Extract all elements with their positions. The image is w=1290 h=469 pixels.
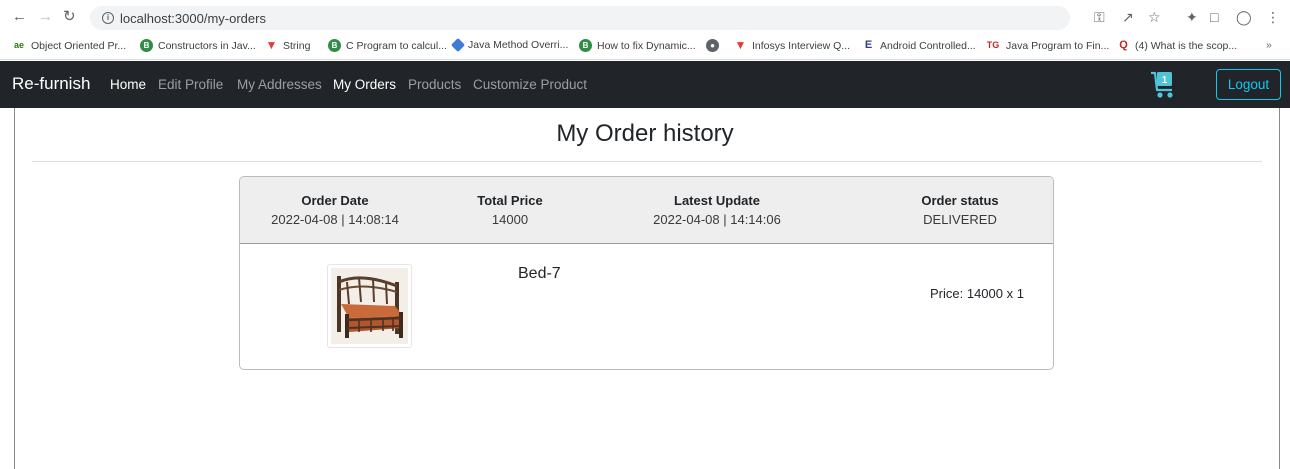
green-b-bookmark-icon: B [579, 39, 592, 52]
address-bar[interactable]: i localhost:3000/my-orders [90, 6, 1070, 30]
product-price: Price: 14000 x 1 [930, 286, 1024, 301]
bed-image-icon [331, 268, 408, 344]
bookmark-what-is-scope[interactable]: Q (4) What is the scop... [1117, 39, 1237, 52]
forward-arrow-icon[interactable]: → [38, 9, 53, 25]
extensions-puzzle-icon[interactable]: ✦ [1186, 9, 1198, 25]
nav-edit-profile[interactable]: Edit Profile [158, 77, 223, 92]
nav-my-addresses[interactable]: My Addresses [237, 77, 322, 92]
total-price-value: 14000 [491, 212, 529, 227]
address-url: localhost:3000/my-orders [120, 10, 266, 26]
order-status-column: Order status DELIVERED [895, 193, 1025, 227]
object-oriented-bookmark-icon: ae [12, 39, 26, 52]
brand-logo[interactable]: Re-furnish [12, 74, 90, 94]
bookmark-how-to-fix[interactable]: B How to fix Dynamic... [579, 39, 696, 52]
order-status-label: Order status [921, 193, 999, 208]
bookmark-constructors[interactable]: B Constructors in Jav... [140, 39, 256, 52]
bookmark-java-program[interactable]: TG Java Program to Fin... [985, 39, 1110, 52]
order-summary-header: Order Date 2022-04-08 | 14:08:14 Total P… [240, 177, 1053, 244]
page-title: My Order history [556, 120, 734, 147]
order-date-column: Order Date 2022-04-08 | 14:08:14 [270, 193, 400, 227]
menu-kebab-icon[interactable]: ⋮ [1266, 9, 1280, 25]
red-v-bookmark-icon: ▼ [734, 38, 747, 52]
bookmark-globe[interactable]: ● [706, 39, 724, 52]
bookmark-android[interactable]: E Android Controlled... [862, 39, 976, 52]
back-arrow-icon[interactable]: ← [12, 9, 27, 25]
reload-icon[interactable]: ↻ [63, 9, 76, 25]
total-price-column: Total Price 14000 [445, 193, 575, 227]
latest-update-label: Latest Update [674, 193, 760, 208]
bookmark-c-program[interactable]: B C Program to calcul... [328, 39, 447, 52]
product-name: Bed-7 [518, 265, 561, 282]
more-bookmarks-button[interactable]: » [1266, 39, 1272, 51]
star-icon[interactable]: ☆ [1148, 9, 1161, 25]
quora-bookmark-icon: Q [1119, 39, 1128, 51]
e-bookmark-icon: E [864, 39, 873, 51]
product-image[interactable] [327, 264, 412, 348]
red-v-bookmark-icon: ▼ [265, 38, 278, 52]
side-panel-icon[interactable]: □ [1210, 9, 1218, 25]
tg-bookmark-icon: TG [986, 40, 1000, 50]
order-date-value: 2022-04-08 | 14:08:14 [271, 212, 399, 227]
share-icon[interactable]: ↗ [1122, 9, 1134, 25]
latest-update-value: 2022-04-08 | 14:14:06 [653, 212, 781, 227]
key-icon[interactable]: ⚿ [1094, 9, 1105, 25]
title-divider [32, 161, 1262, 162]
cart-button[interactable]: 1 [1150, 69, 1176, 99]
order-status-value: DELIVERED [923, 212, 997, 227]
bookmark-string[interactable]: ▼ String [265, 38, 311, 52]
bookmark-java-method[interactable]: Java Method Overri... [450, 37, 568, 53]
cart-count: 1 [1162, 75, 1168, 86]
logout-button[interactable]: Logout [1216, 69, 1281, 100]
globe-bookmark-icon: ● [706, 39, 719, 52]
bookmark-object-oriented[interactable]: ae Object Oriented Pr... [12, 39, 126, 52]
app-navbar: Re-furnish Home Edit Profile My Addresse… [0, 61, 1290, 108]
site-info-icon[interactable]: i [102, 12, 114, 24]
nav-customize-product[interactable]: Customize Product [473, 77, 587, 92]
green-b-bookmark-icon: B [140, 39, 153, 52]
green-b-bookmark-icon: B [328, 39, 341, 52]
blue-diamond-bookmark-icon [450, 37, 466, 53]
order-card: Order Date 2022-04-08 | 14:08:14 Total P… [239, 176, 1054, 370]
bookmarks-bar: ae Object Oriented Pr... B Constructors … [0, 34, 1290, 60]
order-date-label: Order Date [301, 193, 369, 208]
total-price-label: Total Price [477, 193, 543, 208]
nav-products[interactable]: Products [408, 77, 461, 92]
latest-update-column: Latest Update 2022-04-08 | 14:14:06 [642, 193, 792, 227]
browser-toolbar: ← → ↻ i localhost:3000/my-orders ⚿ ↗ ☆ ✦… [0, 0, 1290, 34]
nav-home[interactable]: Home [110, 77, 146, 92]
bookmark-infosys[interactable]: ▼ Infosys Interview Q... [734, 38, 851, 52]
shopping-cart-icon: 1 [1151, 71, 1173, 98]
profile-avatar-icon[interactable]: ◯ [1236, 9, 1252, 25]
nav-my-orders[interactable]: My Orders [333, 77, 396, 92]
